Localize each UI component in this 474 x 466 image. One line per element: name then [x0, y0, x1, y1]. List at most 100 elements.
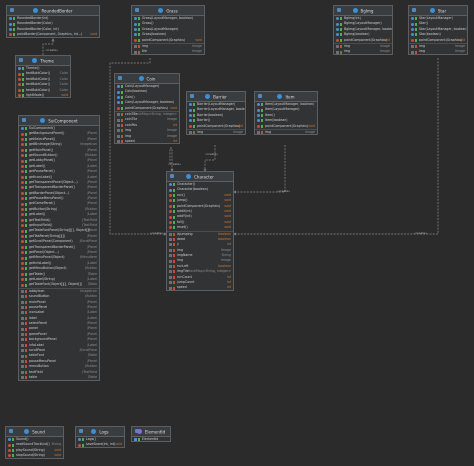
pin-icon[interactable] [258, 94, 262, 98]
pin-icon[interactable] [19, 58, 23, 62]
method-row[interactable]: paintComponent(Graphics) void [187, 124, 245, 129]
method-row[interactable]: paintBorder(Component, Graphics, int...)… [7, 32, 99, 37]
private-visibility-icon [25, 311, 27, 315]
constructor-icon [189, 113, 192, 117]
field-row[interactable]: img Image [187, 129, 245, 134]
class-box-sui-component[interactable]: SuiComponent SuiComponent() getBackgroundP… [18, 115, 100, 381]
pin-icon[interactable] [10, 8, 14, 12]
relation-line-star-to-character[interactable] [234, 58, 439, 235]
class-box-character[interactable]: Character Character() Character(boolean) ru… [166, 171, 234, 291]
method-row[interactable]: lightMode() void [16, 93, 70, 97]
class-header[interactable]: BgImg [334, 6, 392, 16]
public-visibility-icon [25, 261, 27, 265]
method-row[interactable]: reset() void [167, 225, 233, 230]
pin-icon[interactable] [337, 8, 341, 12]
field-row[interactable]: speed int [167, 285, 233, 290]
private-visibility-icon [415, 45, 417, 49]
member-name: textBoldColor() [26, 71, 51, 76]
relation-line-barrier-to-character[interactable] [204, 145, 216, 171]
method-row[interactable]: paintComponent(Graphics) void [334, 38, 392, 43]
class-header[interactable]: Coin [115, 74, 179, 84]
class-box-grass[interactable]: Grass Grass(LayoutManager, boolean) Grass(… [131, 5, 205, 55]
field-row[interactable]: img Image [255, 130, 317, 134]
field-icon [189, 131, 192, 134]
field-row[interactable]: speed int [115, 139, 179, 143]
pin-icon[interactable] [190, 94, 194, 98]
class-header[interactable]: Star [409, 6, 467, 16]
member-name: Item(LayoutManager, boolean) [265, 102, 315, 106]
member-section: BgImg(int) BgImg(LayoutManager) BgImg(Layo… [334, 16, 392, 44]
field-row[interactable]: ElementId [132, 437, 170, 441]
pin-icon[interactable] [412, 8, 416, 12]
public-visibility-icon [13, 33, 15, 37]
method-row[interactable]: paintComponent(Graphics) void [115, 106, 179, 111]
class-header[interactable]: Barrier [187, 92, 245, 102]
class-header[interactable]: Logs [76, 427, 124, 437]
member-section: Item(LayoutManager, boolean) Item(LayoutM… [255, 102, 317, 130]
member-name: table [29, 374, 38, 379]
member-name: jump() [177, 198, 188, 203]
pin-icon[interactable] [79, 429, 83, 433]
class-header[interactable]: Sound [6, 427, 63, 437]
pin-icon[interactable] [9, 429, 13, 433]
class-header[interactable]: SuiComponent [19, 116, 99, 126]
class-box-theme[interactable]: Theme Theme() textBoldColor() Color textBold… [15, 55, 71, 98]
class-header[interactable]: RoundedBorder [7, 6, 99, 16]
method-icon [8, 454, 11, 458]
private-visibility-icon [173, 286, 175, 290]
member-name: getTextField() [29, 217, 51, 222]
pin-icon[interactable] [118, 76, 122, 80]
field-row[interactable]: img Image [334, 49, 392, 54]
member-name: Star(boolean) [419, 32, 441, 37]
field-row[interactable]: table JTable [19, 375, 99, 380]
relation-line-coin-to-character[interactable] [169, 147, 173, 171]
member-name: img [419, 43, 426, 48]
relation-line-item-to-character[interactable] [234, 145, 286, 193]
class-box-item[interactable]: Item Item(LayoutManager, boolean) Item(Lay… [254, 91, 318, 135]
member-type: Image [233, 129, 243, 134]
method-icon [169, 210, 172, 214]
class-header[interactable]: Theme [16, 56, 70, 66]
field-icon [117, 134, 120, 138]
method-row[interactable]: paintComponent(Graphics) void [132, 38, 204, 43]
method-icon [21, 224, 24, 228]
public-visibility-icon [25, 208, 27, 212]
method-row[interactable]: stopSound(String) void [6, 453, 63, 458]
method-row[interactable]: paintComponent(Graphics) void [255, 124, 317, 129]
method-row[interactable]: saveScore(int, int) void [76, 442, 124, 447]
public-visibility-icon [13, 27, 15, 31]
class-box-barrier[interactable]: Barrier Barrier(LayoutManager) Barrier(Lay… [186, 91, 246, 135]
field-icon [169, 265, 172, 269]
method-icon [257, 124, 260, 128]
public-visibility-icon [22, 88, 24, 92]
class-header[interactable]: ElementId [132, 427, 170, 437]
pin-icon[interactable] [135, 8, 139, 12]
method-row[interactable]: getTableFont(Object[][], Object[]) JTable [19, 282, 99, 287]
member-name: speed [177, 285, 187, 290]
method-icon [21, 191, 24, 195]
class-name: Barrier [213, 94, 227, 100]
class-header[interactable]: Character [167, 172, 233, 182]
method-icon [21, 186, 24, 190]
private-visibility-icon [25, 327, 27, 331]
field-row[interactable]: tile Image [132, 49, 204, 54]
method-row[interactable]: paintComponent(Graphics) void [409, 38, 467, 43]
class-box-bgimg[interactable]: BgImg BgImg(int) BgImg(LayoutManager) BgImg… [333, 5, 393, 55]
pin-icon[interactable] [170, 174, 174, 178]
class-box-logs[interactable]: Logs Logs() saveScore(int, int) void [75, 426, 125, 448]
pin-icon[interactable] [22, 118, 26, 122]
class-box-coin[interactable]: Coin Coin(LayoutManager) Coin(boolean) Coin… [114, 73, 180, 144]
method-icon [8, 443, 11, 447]
class-header[interactable]: Item [255, 92, 317, 102]
member-name: getMenuPanel(Object) [29, 255, 65, 260]
method-icon [21, 278, 24, 282]
class-box-star[interactable]: Star Star(LayoutManager) Star() Star(Layout… [408, 5, 468, 55]
member-name: pauseMenuPanel [29, 358, 56, 363]
class-box-rounded-border[interactable]: RoundedBorder RoundedBorder(int) RoundedBo… [6, 5, 100, 38]
class-header[interactable]: Grass [132, 6, 204, 16]
relation-line-theme-to-rounded-border[interactable] [42, 39, 54, 55]
class-box-elements[interactable]: ElementId ElementId [131, 426, 171, 442]
field-row[interactable]: img Image [409, 49, 467, 54]
class-box-sound[interactable]: Sound Sound() readSoundTrackList() String pl… [5, 426, 64, 459]
method-icon [117, 106, 120, 110]
